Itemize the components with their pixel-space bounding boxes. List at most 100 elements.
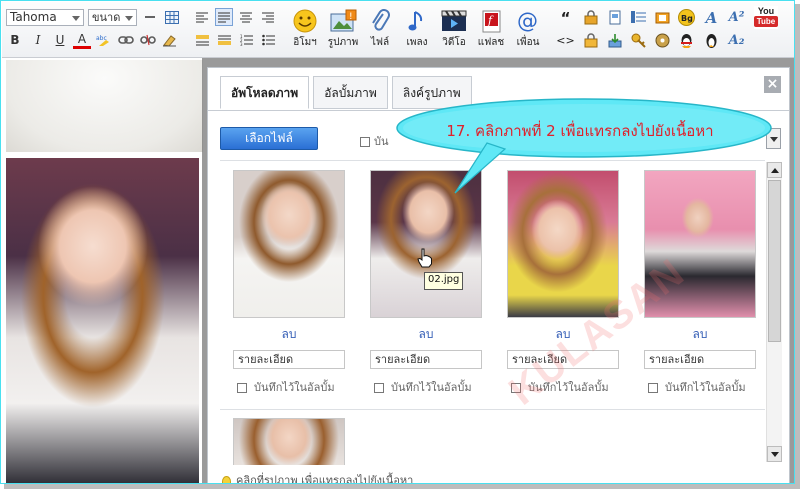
font-name-select[interactable]: Tahoma: [6, 9, 84, 26]
numbered-list-icon[interactable]: 123: [237, 31, 255, 49]
image-card-4: ลบ รายละเอียด บันทึกไว้ในอัลบั้ม: [644, 170, 756, 396]
hint-text: คลิกที่รูปภาพ เพื่อแทรกลงไปยังเนื้อหา: [222, 471, 414, 484]
svg-text:3: 3: [240, 42, 243, 46]
key-icon[interactable]: [630, 32, 647, 49]
box-icon[interactable]: [654, 9, 671, 26]
italic-button[interactable]: I: [29, 31, 47, 49]
image-card-3: ลบ รายละเอียด บันทึกไว้ในอัลบั้ม: [507, 170, 619, 396]
superscript-icon[interactable]: A²: [728, 9, 745, 26]
font-size-value: ขนาด: [92, 11, 121, 24]
close-button[interactable]: ×: [764, 76, 781, 93]
lock-icon[interactable]: [582, 32, 599, 49]
choose-file-button[interactable]: เลือกไฟล์: [220, 127, 318, 150]
background-color-label: Bg: [681, 14, 693, 23]
bold-button[interactable]: B: [6, 31, 24, 49]
quote-icon[interactable]: “: [557, 9, 574, 27]
arrow-up-icon: [771, 168, 779, 173]
file-label: ไฟล์: [370, 37, 390, 48]
qq-icon[interactable]: [678, 32, 695, 49]
scroll-down-button[interactable]: [767, 446, 782, 462]
save-all-checkbox[interactable]: บัน: [360, 132, 389, 150]
description-input[interactable]: รายละเอียด: [370, 350, 482, 369]
image-thumbnail[interactable]: [233, 170, 345, 318]
bullet-list-icon[interactable]: [259, 31, 277, 49]
cd-icon[interactable]: [654, 32, 671, 49]
checkbox-box[interactable]: [511, 383, 521, 393]
clear-format-icon[interactable]: [161, 31, 179, 49]
image-thumbnail[interactable]: [233, 418, 345, 465]
scrollbar[interactable]: [766, 162, 782, 462]
window-frame: Tahoma ขนาด B I U A abc 123 อิโมฯ ! รูปภ…: [0, 0, 795, 484]
description-input[interactable]: รายละเอียด: [507, 350, 619, 369]
checkbox-box[interactable]: [648, 383, 658, 393]
emoticon-button[interactable]: อิโมฯ: [286, 8, 324, 50]
callout-pointer: [454, 142, 507, 194]
file-button[interactable]: ไฟล์: [361, 8, 399, 50]
svg-text:@: @: [517, 9, 538, 33]
save-to-album-checkbox[interactable]: บันทึกไว้ในอัลบั้ม: [370, 378, 482, 396]
checkbox-box[interactable]: [374, 383, 384, 393]
flash-label: แฟลช: [477, 37, 505, 48]
checkbox-box[interactable]: [360, 137, 370, 147]
align-right-icon[interactable]: [259, 8, 277, 26]
checkbox-box[interactable]: [237, 383, 247, 393]
music-button[interactable]: เพลง: [398, 8, 436, 50]
insert-rows-icon[interactable]: [630, 9, 647, 26]
tab-album[interactable]: อัลบั้มภาพ: [313, 76, 388, 109]
align-justify-icon[interactable]: [215, 8, 233, 26]
description-input[interactable]: รายละเอียด: [233, 350, 345, 369]
font-size-select[interactable]: ขนาด: [88, 9, 137, 26]
divider: [220, 409, 765, 410]
table-icon[interactable]: [163, 8, 181, 26]
smiley-icon: [286, 8, 324, 34]
delete-link[interactable]: ลบ: [507, 325, 619, 341]
save-to-album-label: บันทึกไว้ในอัลบั้ม: [254, 381, 335, 394]
background-color-icon[interactable]: Bg: [678, 9, 695, 26]
scroll-thumb[interactable]: [768, 180, 781, 342]
download-icon[interactable]: [606, 32, 623, 49]
save-to-album-checkbox[interactable]: บันทึกไว้ในอัลบั้ม: [507, 378, 619, 396]
link-icon[interactable]: [117, 31, 135, 49]
page-icon[interactable]: [606, 9, 623, 26]
content-photo-1: [6, 60, 203, 152]
unlink-icon[interactable]: [139, 31, 157, 49]
image-label: รูปภาพ: [327, 37, 359, 48]
highlight-icon[interactable]: abc: [95, 31, 113, 49]
description-input[interactable]: รายละเอียด: [644, 350, 756, 369]
lock-list-icon[interactable]: [582, 9, 599, 26]
image-thumbnail[interactable]: [644, 170, 756, 318]
image-card-1: ลบ รายละเอียด บันทึกไว้ในอัลบั้ม: [233, 170, 345, 396]
font-color-button[interactable]: A: [73, 31, 91, 49]
delete-link[interactable]: ลบ: [370, 325, 482, 341]
outdent-icon[interactable]: [215, 31, 233, 49]
editor-toolbar: Tahoma ขนาด B I U A abc 123 อิโมฯ ! รูปภ…: [2, 2, 794, 58]
flash-button[interactable]: f แฟลช: [472, 8, 510, 50]
image-thumbnail[interactable]: [507, 170, 619, 318]
save-to-album-checkbox[interactable]: บันทึกไว้ในอัลบั้ม: [233, 378, 345, 396]
youtube-icon[interactable]: You Tube: [754, 6, 778, 29]
delete-link[interactable]: ลบ: [233, 325, 345, 341]
font-style-icon[interactable]: A: [703, 9, 720, 27]
tab-upload[interactable]: อัพโหลดภาพ: [220, 76, 310, 109]
mention-button[interactable]: @ เพื่อน: [509, 8, 547, 50]
subscript-icon[interactable]: A₂: [728, 32, 745, 49]
delete-link[interactable]: ลบ: [644, 325, 756, 341]
scroll-up-button[interactable]: [767, 162, 782, 178]
content-photo-2: [6, 158, 199, 483]
indent-icon[interactable]: [193, 31, 211, 49]
clapperboard-icon: [435, 8, 473, 34]
font-name-value: Tahoma: [10, 10, 57, 24]
video-button[interactable]: วิดีโอ: [435, 8, 473, 50]
save-to-album-checkbox[interactable]: บันทึกไว้ในอัลบั้ม: [644, 378, 756, 396]
save-to-album-label: บันทึกไว้ในอัลบั้ม: [528, 381, 609, 394]
youtube-you-label: You: [757, 6, 775, 16]
penguin-icon[interactable]: [703, 32, 720, 49]
underline-button[interactable]: U: [51, 31, 69, 49]
code-icon[interactable]: <>: [556, 32, 574, 49]
hint-label: คลิกที่รูปภาพ เพื่อแทรกลงไปยังเนื้อหา: [236, 474, 414, 484]
horizontal-rule-icon[interactable]: [141, 8, 159, 26]
image-button[interactable]: ! รูปภาพ: [324, 8, 362, 50]
save-to-album-label: บันทึกไว้ในอัลบั้ม: [391, 381, 472, 394]
align-center-icon[interactable]: [237, 8, 255, 26]
align-left-icon[interactable]: [193, 8, 211, 26]
